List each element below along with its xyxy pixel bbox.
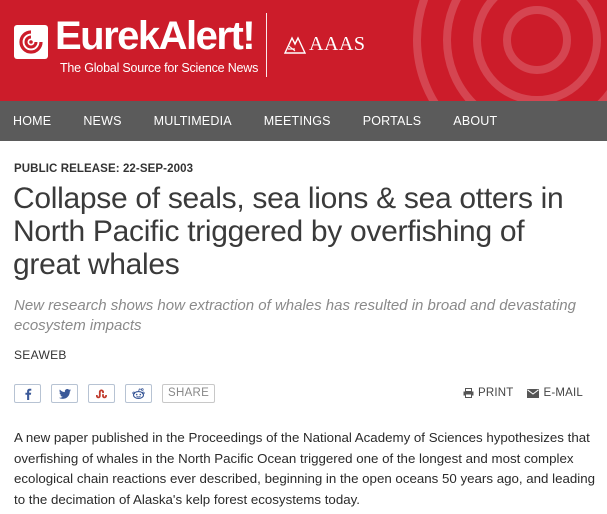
site-tagline: The Global Source for Science News bbox=[60, 61, 259, 75]
nav-item-about[interactable]: ABOUT bbox=[437, 101, 513, 141]
release-date: PUBLIC RELEASE: 22-SEP-2003 bbox=[14, 163, 194, 175]
email-label: E-MAIL bbox=[543, 387, 583, 399]
print-button[interactable]: PRINT bbox=[463, 387, 514, 399]
header-divider bbox=[266, 13, 267, 77]
aaas-logo[interactable]: AAAS bbox=[283, 33, 365, 56]
article-body: A new paper published in the Proceedings… bbox=[14, 430, 596, 507]
envelope-icon bbox=[527, 388, 540, 398]
share-buttons: SHARE bbox=[14, 384, 216, 403]
reddit-icon bbox=[132, 388, 145, 399]
article-tools: PRINT E-MAIL bbox=[463, 387, 583, 399]
article-headline: Collapse of seals, sea lions & sea otter… bbox=[13, 182, 564, 281]
facebook-icon bbox=[24, 388, 31, 400]
email-button[interactable]: E-MAIL bbox=[527, 387, 583, 399]
article-source: SEAWEB bbox=[14, 348, 67, 362]
twitter-icon bbox=[58, 388, 71, 399]
print-label: PRINT bbox=[477, 387, 514, 399]
site-header: EurekAlert! The Global Source for Scienc… bbox=[0, 0, 607, 101]
reddit-share-button[interactable] bbox=[125, 384, 152, 403]
site-logo-text[interactable]: EurekAlert! bbox=[55, 14, 256, 58]
stumbleupon-icon bbox=[96, 389, 107, 398]
nav-item-news[interactable]: NEWS bbox=[67, 101, 137, 141]
nav-item-home[interactable]: HOME bbox=[0, 101, 67, 141]
eurekalert-logo-icon[interactable] bbox=[14, 25, 48, 59]
aaas-mark-icon bbox=[283, 35, 307, 54]
twitter-share-button[interactable] bbox=[51, 384, 78, 403]
facebook-share-button[interactable] bbox=[14, 384, 41, 403]
nav-item-multimedia[interactable]: MULTIMEDIA bbox=[138, 101, 248, 141]
aaas-text: AAAS bbox=[309, 33, 366, 55]
stumbleupon-share-button[interactable] bbox=[88, 384, 115, 403]
nav-item-meetings[interactable]: MEETINGS bbox=[248, 101, 347, 141]
print-icon bbox=[463, 388, 474, 398]
main-nav: HOME NEWS MULTIMEDIA MEETINGS PORTALS ABOUT bbox=[0, 101, 607, 141]
share-button[interactable]: SHARE bbox=[162, 384, 216, 403]
article-subhead: New research shows how extraction of wha… bbox=[14, 297, 576, 334]
nav-item-portals[interactable]: PORTALS bbox=[347, 101, 438, 141]
